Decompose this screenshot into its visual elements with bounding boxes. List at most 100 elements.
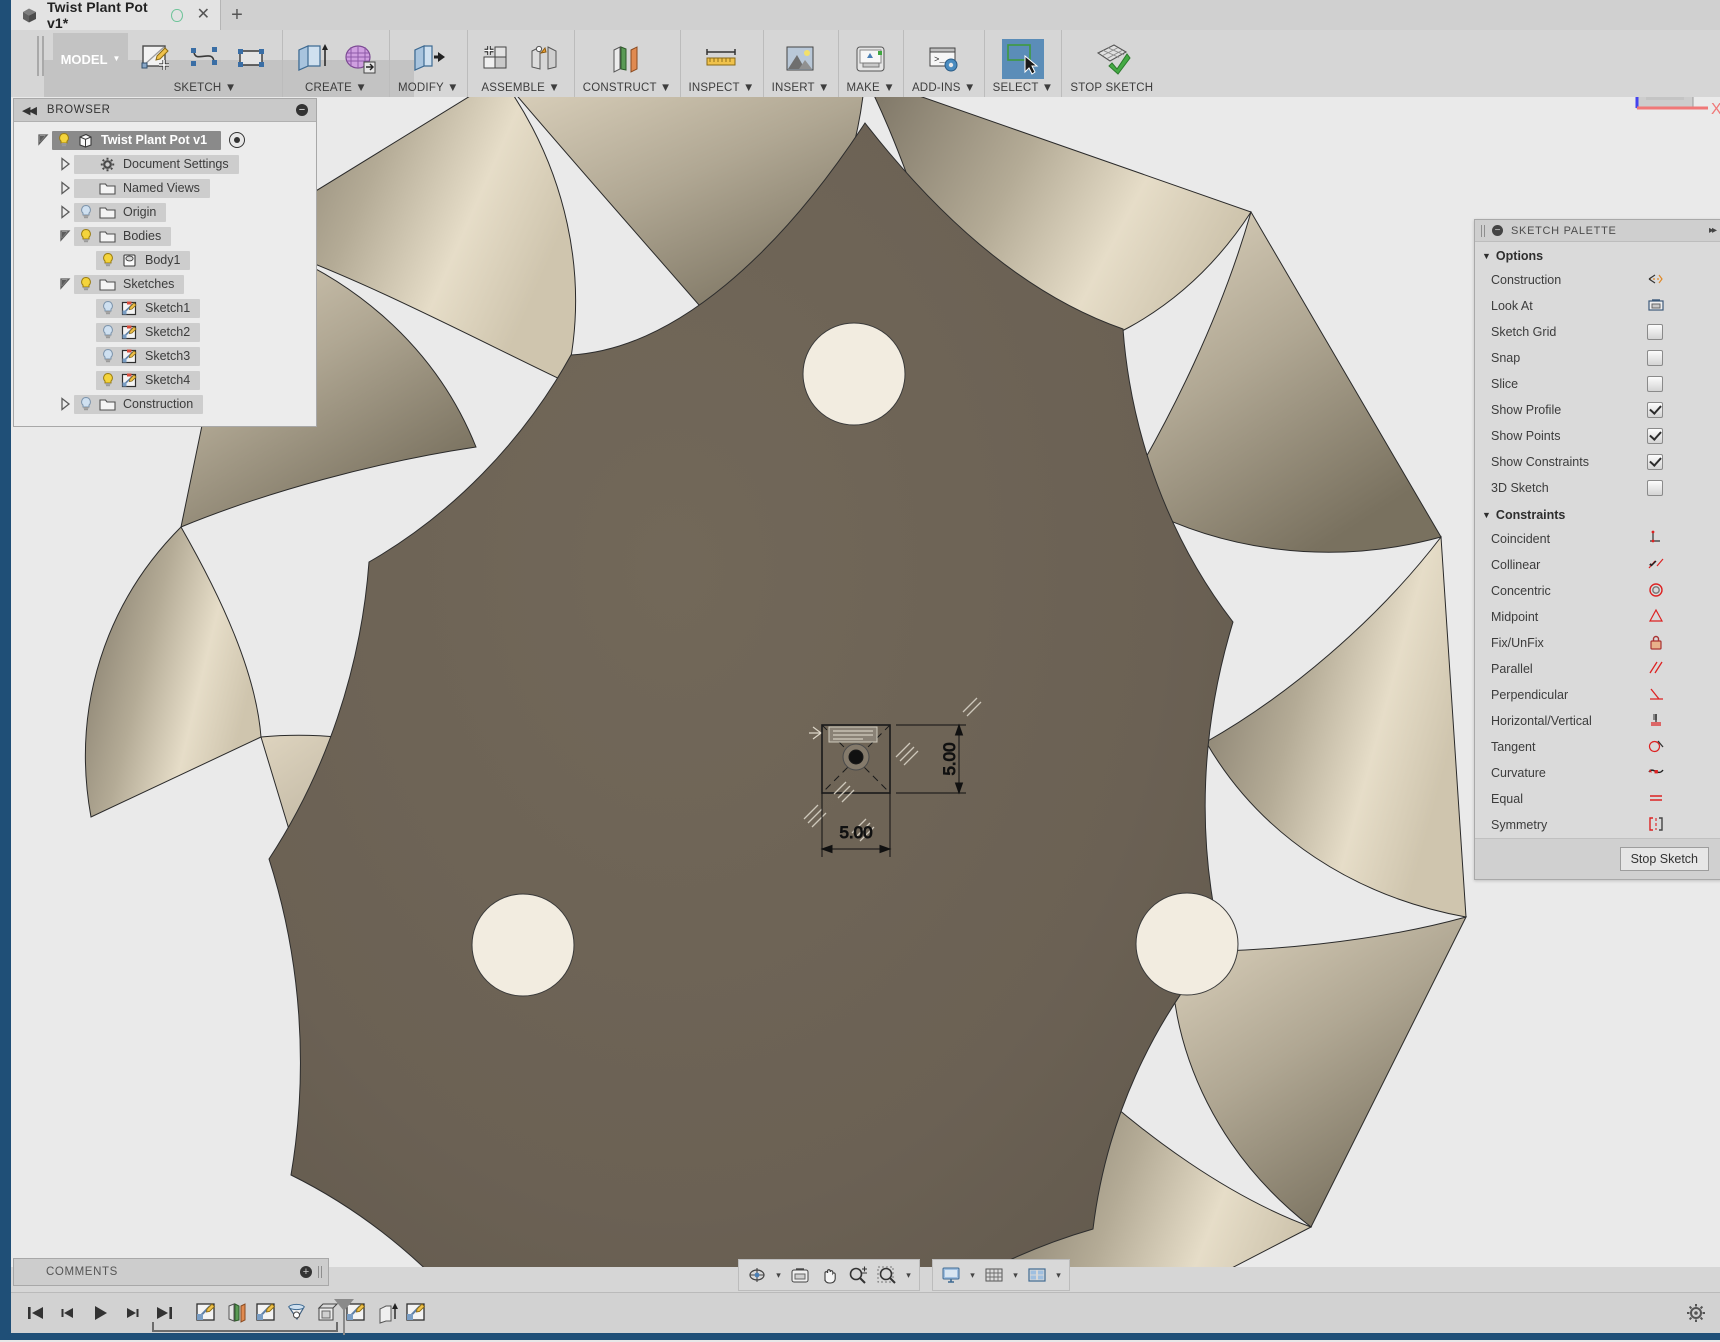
palette-drag-handle[interactable]	[1481, 224, 1486, 237]
browser-tree-item-twist-plant-pot-v1[interactable]: Twist Plant Pot v1	[14, 128, 316, 152]
sketch-option-slice[interactable]: Slice	[1475, 371, 1720, 397]
collapse-arrow-icon[interactable]	[58, 156, 74, 172]
collapse-arrow-icon[interactable]	[58, 180, 74, 196]
timeline-settings-gear-icon[interactable]	[1686, 1303, 1706, 1323]
orbit-caret-icon[interactable]: ▾	[773, 1262, 784, 1288]
comments-drag-handle[interactable]	[318, 1266, 322, 1278]
comments-bar[interactable]: COMMENTS +	[13, 1258, 329, 1286]
visibility-bulb-icon[interactable]	[78, 396, 94, 412]
pan-view-icon[interactable]	[787, 1262, 813, 1288]
select-icon[interactable]	[1001, 39, 1044, 79]
view-cube[interactable]: BOTTOM Z X	[1600, 97, 1720, 136]
checkbox-icon[interactable]	[1647, 480, 1663, 496]
browser-tree-item-bodies[interactable]: Bodies	[14, 224, 316, 248]
browser-tree-item-origin[interactable]: Origin	[14, 200, 316, 224]
visibility-bulb-icon[interactable]	[100, 300, 116, 316]
pan-icon[interactable]	[816, 1262, 842, 1288]
constraint-collinear[interactable]: Collinear	[1475, 552, 1720, 578]
checkbox-icon[interactable]	[1647, 376, 1663, 392]
look-at-icon[interactable]	[1647, 298, 1665, 315]
equal-icon[interactable]	[1647, 790, 1665, 809]
coincident-icon[interactable]	[1647, 530, 1665, 549]
checkbox-icon[interactable]	[1647, 350, 1663, 366]
measure-icon[interactable]	[701, 39, 743, 79]
sketch-option-3d-sketch[interactable]: 3D Sketch	[1475, 475, 1720, 501]
constraint-horizontal-vertical[interactable]: Horizontal/Vertical	[1475, 708, 1720, 734]
browser-tree-item-sketch1[interactable]: Sketch1	[14, 296, 316, 320]
sketch-feature-icon[interactable]	[405, 1301, 429, 1325]
rectangle-icon[interactable]	[232, 39, 274, 79]
display-caret-icon[interactable]: ▾	[967, 1262, 978, 1288]
expand-arrow-icon[interactable]	[58, 228, 74, 244]
options-section-header[interactable]: ▼ Options	[1475, 242, 1720, 267]
visibility-bulb-icon[interactable]	[56, 132, 72, 148]
zoom-caret-icon[interactable]: ▾	[903, 1262, 914, 1288]
perpendicular-icon[interactable]	[1647, 686, 1665, 705]
sketch-option-show-constraints[interactable]: Show Constraints	[1475, 449, 1720, 475]
checkbox-icon[interactable]	[1647, 454, 1663, 470]
browser-tree-item-sketches[interactable]: Sketches	[14, 272, 316, 296]
grid-caret-icon[interactable]: ▾	[1010, 1262, 1021, 1288]
expand-arrow-icon[interactable]	[58, 276, 74, 292]
constraint-curvature[interactable]: Curvature	[1475, 760, 1720, 786]
3d-print-icon[interactable]	[850, 39, 892, 79]
insert-image-icon[interactable]	[780, 39, 822, 79]
close-tab-icon[interactable]: ✕	[197, 7, 210, 23]
checkbox-icon[interactable]	[1647, 402, 1663, 418]
create-sketch-icon[interactable]	[136, 39, 178, 79]
concentric-icon[interactable]	[1647, 582, 1665, 601]
palette-collapse-icon[interactable]: −	[1492, 225, 1503, 236]
document-tab[interactable]: Twist Plant Pot v1* ✕	[11, 0, 221, 31]
new-component-icon[interactable]	[476, 39, 518, 79]
collinear-icon[interactable]	[1647, 556, 1665, 575]
browser-tree-item-sketch3[interactable]: Sketch3	[14, 344, 316, 368]
browser-tree-item-document-settings[interactable]: Document Settings	[14, 152, 316, 176]
visibility-bulb-icon[interactable]	[100, 252, 116, 268]
go-to-beginning-icon[interactable]	[23, 1300, 49, 1326]
visibility-bulb-icon[interactable]	[78, 276, 94, 292]
stop-sketch-icon[interactable]	[1091, 39, 1133, 79]
visibility-bulb-icon[interactable]	[100, 348, 116, 364]
extrude-up-feature-icon[interactable]	[375, 1301, 399, 1325]
ribbon-grip[interactable]	[37, 36, 47, 76]
constraint-midpoint[interactable]: Midpoint	[1475, 604, 1720, 630]
step-forward-icon[interactable]	[119, 1300, 145, 1326]
sketch-option-look-at[interactable]: Look At	[1475, 293, 1720, 319]
visibility-bulb-icon[interactable]	[78, 204, 94, 220]
browser-collapse-icon[interactable]: ◀◀	[22, 104, 37, 117]
visibility-bulb-icon[interactable]	[100, 324, 116, 340]
constraint-parallel[interactable]: Parallel	[1475, 656, 1720, 682]
ribbon-panel-stop-sketch[interactable]: STOP SKETCH	[1061, 30, 1161, 97]
constraint-fix-unfix[interactable]: Fix/UnFix	[1475, 630, 1720, 656]
press-pull-icon[interactable]	[407, 39, 449, 79]
joint-icon[interactable]	[524, 39, 566, 79]
browser-tree-item-named-views[interactable]: Named Views	[14, 176, 316, 200]
midpoint-icon[interactable]	[1647, 608, 1665, 627]
grid-snap-icon[interactable]	[981, 1262, 1007, 1288]
browser-tree-item-construction[interactable]: Construction	[14, 392, 316, 416]
display-settings-icon[interactable]	[938, 1262, 964, 1288]
component-activate-radio[interactable]	[229, 132, 246, 148]
constraints-section-header[interactable]: ▼ Constraints	[1475, 501, 1720, 526]
scripts-addins-icon[interactable]: >_	[923, 39, 965, 79]
mesh-icon[interactable]	[339, 39, 381, 79]
tangent-icon[interactable]	[1647, 738, 1665, 757]
sketch-option-construction[interactable]: Construction	[1475, 267, 1720, 293]
symmetry-icon[interactable]	[1647, 816, 1665, 835]
fix-unfix-icon[interactable]	[1647, 634, 1665, 653]
constraint-tangent[interactable]: Tangent	[1475, 734, 1720, 760]
parallel-icon[interactable]	[1647, 660, 1665, 679]
construction-line-icon[interactable]	[1647, 272, 1665, 289]
browser-tree-item-sketch2[interactable]: Sketch2	[14, 320, 316, 344]
expand-arrow-icon[interactable]	[36, 132, 52, 148]
play-icon[interactable]	[87, 1300, 113, 1326]
zoom-window-icon[interactable]	[874, 1262, 900, 1288]
sketch-option-show-profile[interactable]: Show Profile	[1475, 397, 1720, 423]
checkbox-icon[interactable]	[1647, 428, 1663, 444]
orbit-icon[interactable]	[744, 1262, 770, 1288]
browser-tree-item-sketch4[interactable]: Sketch4	[14, 368, 316, 392]
curvature-icon[interactable]	[1647, 764, 1665, 783]
collapse-arrow-icon[interactable]	[58, 396, 74, 412]
zoom-icon[interactable]	[845, 1262, 871, 1288]
extrude-icon[interactable]	[291, 39, 333, 79]
